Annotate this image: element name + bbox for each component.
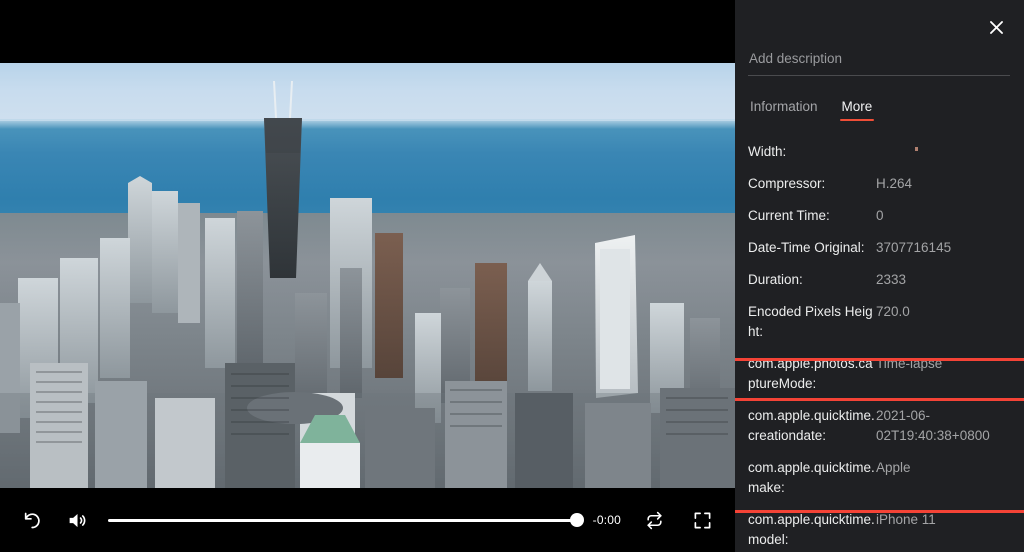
media-info-panel: Information More Width:Compressor:H.264C… xyxy=(735,0,1024,552)
video-player: -0:00 xyxy=(0,0,735,552)
metadata-key: com.apple.quicktime.creationdate: xyxy=(748,408,875,443)
panel-tabs: Information More xyxy=(748,99,875,121)
metadata-key: Duration: xyxy=(748,272,803,287)
seek-bar-track xyxy=(108,519,583,522)
metadata-key: Width: xyxy=(748,144,787,159)
video-viewport[interactable] xyxy=(0,63,735,488)
metadata-list: Width: Compressor: H.264 Current Time: 0 Date… xyxy=(735,136,1024,552)
metadata-key: com.apple.photos.captureMode: xyxy=(748,356,873,391)
tab-information[interactable]: Information xyxy=(748,99,820,121)
metadata-value: 2333 xyxy=(876,272,907,287)
metadata-key: Current Time: xyxy=(748,208,830,223)
time-remaining-label: -0:00 xyxy=(592,513,621,527)
metadata-row: com.apple.quicktime.creationdate: 2021-06… xyxy=(735,400,1024,452)
tab-more[interactable]: More xyxy=(839,99,875,121)
metadata-row: Width: xyxy=(735,136,1024,168)
speaker-volume-icon[interactable] xyxy=(60,503,94,537)
metadata-scroll-area[interactable]: Width: Compressor: H.264 Current Time: 0 Date… xyxy=(735,136,1024,552)
chicago-skyline-illustration xyxy=(0,80,735,488)
metadata-row: com.apple.photos.captureMode: Time-lapse xyxy=(735,348,1024,400)
metadata-key: Encoded Pixels Height: xyxy=(748,304,873,339)
metadata-row: Current Time: 0 xyxy=(735,200,1024,232)
metadata-value: Apple xyxy=(876,460,911,475)
metadata-value: 0 xyxy=(876,208,884,223)
metadata-value: iPhone 11 xyxy=(876,512,936,527)
metadata-key: Compressor: xyxy=(748,176,826,191)
player-controls: -0:00 xyxy=(0,488,735,552)
clipped-row-fragment xyxy=(915,147,918,151)
replay-icon[interactable] xyxy=(16,503,50,537)
metadata-row: com.apple.quicktime.make: Apple xyxy=(735,452,1024,504)
seek-bar[interactable] xyxy=(108,508,584,532)
metadata-value: 3707716145 xyxy=(876,240,952,255)
metadata-value: H.264 xyxy=(876,176,913,191)
seek-bar-handle[interactable] xyxy=(569,513,584,527)
app-root: -0:00 Add description Information More W… xyxy=(0,0,1024,552)
close-x-icon[interactable] xyxy=(982,13,1010,41)
metadata-row: Compressor: H.264 xyxy=(735,168,1024,200)
metadata-row: Date-Time Original: 3707716145 xyxy=(735,232,1024,264)
metadata-key: com.apple.quicktime.model: xyxy=(748,512,875,547)
metadata-key: com.apple.quicktime.make: xyxy=(748,460,875,495)
fullscreen-expand-icon[interactable] xyxy=(685,503,719,537)
description-field xyxy=(748,50,1010,76)
metadata-value: 2021-06-02T19:40:38+0800 xyxy=(876,408,990,443)
metadata-row: Encoded Pixels Height: 720.0 xyxy=(735,296,1024,348)
metadata-key: Date-Time Original: xyxy=(748,240,865,255)
metadata-value: 720.0 xyxy=(876,304,910,319)
metadata-value: Time-lapse xyxy=(876,356,943,371)
description-input[interactable] xyxy=(748,51,1010,76)
metadata-row: com.apple.quicktime.model: iPhone 11 xyxy=(735,504,1024,552)
metadata-row: Duration: 2333 xyxy=(735,264,1024,296)
loop-repeat-icon[interactable] xyxy=(637,503,671,537)
